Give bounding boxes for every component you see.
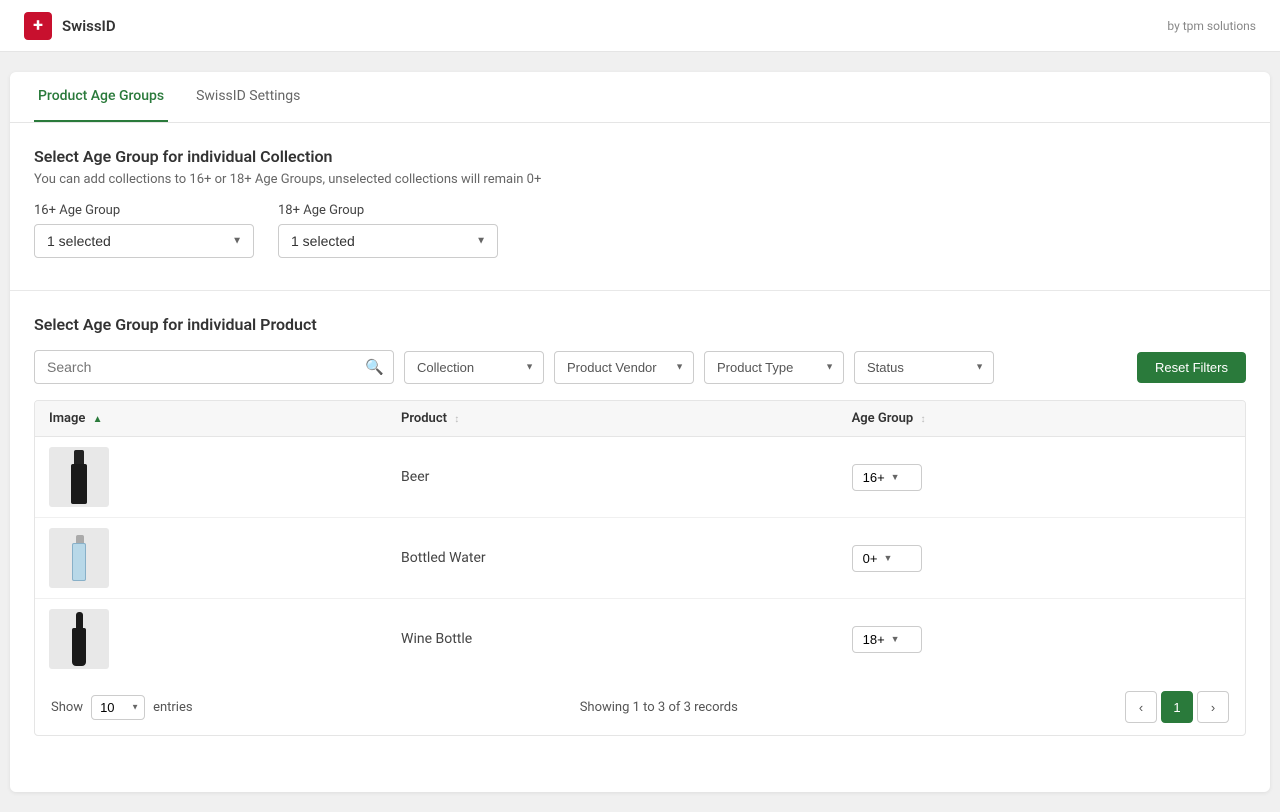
entries-select[interactable]: 10 25 50 100: [91, 695, 145, 720]
pagination-page-1-button[interactable]: 1: [1161, 691, 1193, 723]
collection-section-title: Select Age Group for individual Collecti…: [34, 147, 1246, 166]
entries-wrap: 10 25 50 100: [91, 695, 145, 720]
wine-age-group-cell: 18+ ▼: [838, 599, 1245, 680]
vendor-filter-wrap: Product Vendor: [554, 351, 694, 384]
age16-label: 16+ Age Group: [34, 203, 254, 218]
beer-age-badge-arrow: ▼: [891, 472, 900, 482]
swissid-logo-icon: [24, 12, 52, 40]
entries-label: entries: [153, 700, 193, 715]
age16-group-item: 16+ Age Group 1 selected: [34, 203, 254, 258]
table-footer: Show 10 25 50 100 entries Showing 1 to 3…: [35, 679, 1245, 735]
age18-select[interactable]: 1 selected: [278, 224, 498, 258]
show-label: Show: [51, 700, 83, 715]
table-header-row: Image ▲ Product ↕ Age Group ↕: [35, 401, 1245, 437]
tab-product-age-groups[interactable]: Product Age Groups: [34, 72, 168, 122]
pagination: ‹ 1 ›: [1125, 691, 1229, 723]
tagline: by tpm solutions: [1167, 19, 1256, 33]
age18-group-item: 18+ Age Group 1 selected: [278, 203, 498, 258]
product-table-wrapper: Image ▲ Product ↕ Age Group ↕: [34, 400, 1246, 736]
product-section: Select Age Group for individual Product …: [34, 315, 1246, 736]
col-image: Image ▲: [35, 401, 387, 437]
search-wrapper: 🔍: [34, 350, 394, 384]
brand-name: SwissID: [62, 17, 116, 35]
wine-product-image: [49, 609, 109, 669]
tab-swissid-settings[interactable]: SwissID Settings: [192, 72, 304, 122]
reset-filters-button[interactable]: Reset Filters: [1137, 352, 1246, 383]
wine-image-cell: [35, 599, 387, 680]
age16-select[interactable]: 1 selected: [34, 224, 254, 258]
product-table-body: Beer 16+ ▼: [35, 437, 1245, 680]
showing-text: Showing 1 to 3 of 3 records: [580, 700, 738, 715]
beer-product-image: [49, 447, 109, 507]
search-input[interactable]: [34, 350, 394, 384]
col-product: Product ↕: [387, 401, 838, 437]
wine-age-badge-wrap: 18+ ▼: [852, 626, 922, 653]
water-product-name: Bottled Water: [387, 518, 838, 599]
col-age-group: Age Group ↕: [838, 401, 1245, 437]
wine-product-name: Wine Bottle: [387, 599, 838, 680]
section-divider: [10, 290, 1270, 291]
age-group-sort-icon[interactable]: ↕: [920, 414, 925, 425]
filter-row: 🔍 Collection Product Vendor Product Type: [34, 350, 1246, 384]
table-footer-left: Show 10 25 50 100 entries: [51, 695, 193, 720]
pagination-prev-button[interactable]: ‹: [1125, 691, 1157, 723]
water-age-group-cell: 0+ ▼: [838, 518, 1245, 599]
collection-filter-wrap: Collection: [404, 351, 544, 384]
status-filter[interactable]: Status: [854, 351, 994, 384]
wine-age-badge[interactable]: 18+ ▼: [852, 626, 922, 653]
top-navigation: SwissID by tpm solutions: [0, 0, 1280, 52]
water-age-badge[interactable]: 0+ ▼: [852, 545, 922, 572]
product-table: Image ▲ Product ↕ Age Group ↕: [35, 401, 1245, 679]
tab-bar: Product Age Groups SwissID Settings: [10, 72, 1270, 123]
collection-section: Select Age Group for individual Collecti…: [34, 147, 1246, 258]
age18-dropdown-wrap: 1 selected: [278, 224, 498, 258]
beer-age-badge[interactable]: 16+ ▼: [852, 464, 922, 491]
collection-section-description: You can add collections to 16+ or 18+ Ag…: [34, 172, 1246, 187]
product-section-title: Select Age Group for individual Product: [34, 315, 1246, 334]
pagination-next-button[interactable]: ›: [1197, 691, 1229, 723]
type-filter-wrap: Product Type: [704, 351, 844, 384]
beer-age-badge-wrap: 16+ ▼: [852, 464, 922, 491]
collection-filter[interactable]: Collection: [404, 351, 544, 384]
product-sort-icon[interactable]: ↕: [454, 414, 459, 425]
table-row: Beer 16+ ▼: [35, 437, 1245, 518]
table-row: Bottled Water 0+ ▼: [35, 518, 1245, 599]
type-filter[interactable]: Product Type: [704, 351, 844, 384]
water-image-cell: [35, 518, 387, 599]
search-icon: 🔍: [365, 358, 384, 376]
beer-product-name: Beer: [387, 437, 838, 518]
image-sort-icon[interactable]: ▲: [93, 414, 103, 425]
age16-dropdown-wrap: 1 selected: [34, 224, 254, 258]
age-group-selectors: 16+ Age Group 1 selected 18+ Age Group 1…: [34, 203, 1246, 258]
wine-age-badge-arrow: ▼: [891, 634, 900, 644]
table-row: Wine Bottle 18+ ▼: [35, 599, 1245, 680]
water-age-badge-wrap: 0+ ▼: [852, 545, 922, 572]
status-filter-wrap: Status: [854, 351, 994, 384]
vendor-filter[interactable]: Product Vendor: [554, 351, 694, 384]
water-age-badge-arrow: ▼: [883, 553, 892, 563]
water-product-image: [49, 528, 109, 588]
brand-area: SwissID: [24, 12, 116, 40]
page-content: Select Age Group for individual Collecti…: [10, 123, 1270, 792]
main-container: Product Age Groups SwissID Settings Sele…: [10, 72, 1270, 792]
beer-age-group-cell: 16+ ▼: [838, 437, 1245, 518]
beer-image-cell: [35, 437, 387, 518]
age18-label: 18+ Age Group: [278, 203, 498, 218]
